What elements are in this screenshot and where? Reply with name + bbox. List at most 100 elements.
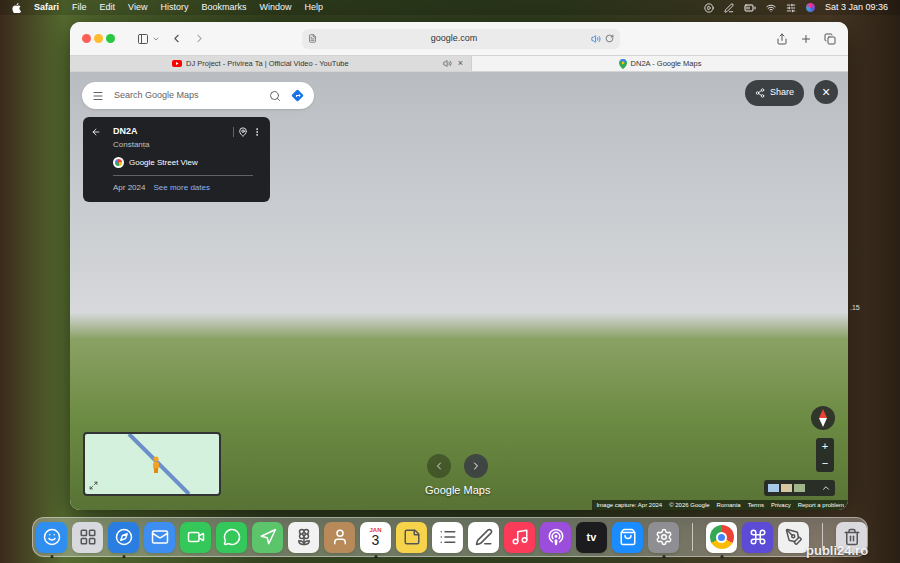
previous-scene-button[interactable]	[427, 454, 451, 478]
notes-dock-icon[interactable]	[396, 522, 427, 553]
back-arrow-icon[interactable]	[91, 127, 101, 137]
google-logo-icon	[113, 157, 124, 168]
chevron-down-icon[interactable]	[152, 35, 160, 43]
dock: JAN3 tv	[32, 517, 868, 557]
layer-switcher[interactable]	[764, 480, 835, 496]
reload-icon[interactable]	[605, 34, 614, 43]
sidebar-icon[interactable]	[137, 33, 149, 45]
finder-dock-icon[interactable]	[36, 522, 67, 553]
shortcuts-dock-icon[interactable]	[742, 522, 773, 553]
zoom-control: +−	[816, 438, 834, 472]
menu-item[interactable]: View	[128, 1, 147, 15]
photos-glyph-icon	[295, 528, 313, 546]
footer-item[interactable]: Terms	[748, 500, 764, 510]
maps-dock-icon[interactable]	[252, 522, 283, 553]
freeform-glyph-icon	[475, 528, 493, 546]
browser-tab[interactable]: DJ Project - Privirea Ta | Official Vide…	[70, 56, 472, 71]
audio-icon[interactable]	[591, 34, 601, 44]
place-title: DN2A	[113, 125, 138, 139]
safari-dock-icon[interactable]	[108, 522, 139, 553]
new-tab-icon[interactable]	[800, 33, 812, 45]
street-view[interactable]: Search Google MapsDN2AConstanțaGoogle St…	[70, 72, 848, 510]
chrome-dock-icon[interactable]	[706, 522, 737, 553]
next-scene-button[interactable]	[464, 454, 488, 478]
more-icon[interactable]	[252, 127, 262, 137]
page-icon	[308, 34, 317, 43]
facetime-dock-icon[interactable]	[180, 522, 211, 553]
menu-icon[interactable]	[92, 90, 104, 102]
zoom-window-button[interactable]	[106, 34, 115, 43]
photos-dock-icon[interactable]	[288, 522, 319, 553]
search-box[interactable]: Search Google Maps	[82, 82, 314, 109]
tv-dock-icon[interactable]: tv	[576, 522, 607, 553]
tab-overview-icon[interactable]	[824, 33, 836, 45]
layer-thumbnail[interactable]	[768, 484, 779, 492]
pegman-icon[interactable]	[151, 456, 161, 474]
control-center-icon[interactable]	[786, 3, 796, 13]
dock-divider	[692, 523, 693, 551]
apple-logo-icon[interactable]	[12, 3, 21, 13]
zoom-button[interactable]: +	[816, 438, 834, 455]
menu-item[interactable]: Help	[304, 1, 323, 15]
podcasts-dock-icon[interactable]	[540, 522, 571, 553]
search-icon[interactable]	[269, 90, 281, 102]
zoom-button[interactable]: −	[816, 455, 834, 472]
music-dock-icon[interactable]	[504, 522, 535, 553]
layer-thumbnail[interactable]	[794, 484, 805, 492]
siri-icon[interactable]	[806, 3, 815, 12]
close-window-button[interactable]	[82, 34, 91, 43]
share-icon[interactable]	[776, 33, 788, 45]
settings-glyph-icon	[655, 528, 673, 546]
app-menu[interactable]: Safari	[34, 1, 59, 15]
appstore-dock-icon[interactable]	[612, 522, 643, 553]
back-icon[interactable]	[170, 32, 183, 45]
script-dock-icon[interactable]	[778, 522, 809, 553]
minimap[interactable]	[83, 432, 221, 496]
watermark: publi24.ro	[806, 541, 868, 561]
footer-item[interactable]: Report a problem	[798, 500, 844, 510]
close-street-view-button[interactable]: ×	[814, 80, 838, 104]
browser-tab[interactable]: DN2A - Google Maps	[472, 56, 848, 71]
see-more-dates-link[interactable]: See more dates	[153, 182, 209, 194]
menu-item[interactable]: History	[160, 1, 188, 15]
podcasts-glyph-icon	[547, 528, 565, 546]
menu-item[interactable]: File	[72, 1, 87, 15]
tab-close-button[interactable]: ×	[458, 59, 463, 68]
launchpad-dock-icon[interactable]	[72, 522, 103, 553]
share-button[interactable]: Share	[745, 80, 804, 106]
menu-item[interactable]: Window	[259, 1, 291, 15]
freeform-dock-icon[interactable]	[468, 522, 499, 553]
tv-label: tv	[587, 529, 597, 546]
safari-window: google.com DJ Project - Privirea Ta | Off…	[70, 22, 848, 510]
google-maps-brand: Google Maps	[425, 482, 490, 499]
speaker-icon[interactable]	[443, 59, 452, 68]
menu-item[interactable]: Edit	[100, 1, 116, 15]
menu-item[interactable]: Bookmarks	[201, 1, 246, 15]
mail-dock-icon[interactable]	[144, 522, 175, 553]
layer-thumbnail[interactable]	[781, 484, 792, 492]
wifi-icon[interactable]	[766, 3, 776, 13]
road-line-icon	[85, 434, 219, 494]
directions-icon[interactable]	[291, 89, 304, 102]
chevron-up-icon[interactable]	[821, 483, 831, 493]
calendar-dock-icon[interactable]: JAN3	[360, 522, 391, 553]
contacts-glyph-icon	[331, 528, 349, 546]
forward-icon[interactable]	[193, 32, 206, 45]
menu-bar: Safari File Edit View History Bookmarks Window…	[0, 0, 900, 15]
footer-item[interactable]: Privacy	[771, 500, 791, 510]
pen-icon[interactable]	[724, 3, 734, 13]
calendar-day: 3	[372, 533, 380, 547]
settings-dock-icon[interactable]	[648, 522, 679, 553]
contacts-dock-icon[interactable]	[324, 522, 355, 553]
battery-icon[interactable]	[744, 2, 756, 14]
place-subtitle: Constanța	[113, 139, 262, 151]
clock[interactable]: Sat 3 Jan 09:36	[825, 1, 888, 15]
pin-icon[interactable]	[238, 127, 248, 137]
address-bar[interactable]: google.com	[302, 29, 620, 49]
messages-dock-icon[interactable]	[216, 522, 247, 553]
minimize-window-button[interactable]	[94, 34, 103, 43]
reminders-dock-icon[interactable]	[432, 522, 463, 553]
expand-icon[interactable]	[89, 481, 98, 490]
compass[interactable]	[811, 406, 835, 430]
now-playing-icon[interactable]	[704, 3, 714, 13]
